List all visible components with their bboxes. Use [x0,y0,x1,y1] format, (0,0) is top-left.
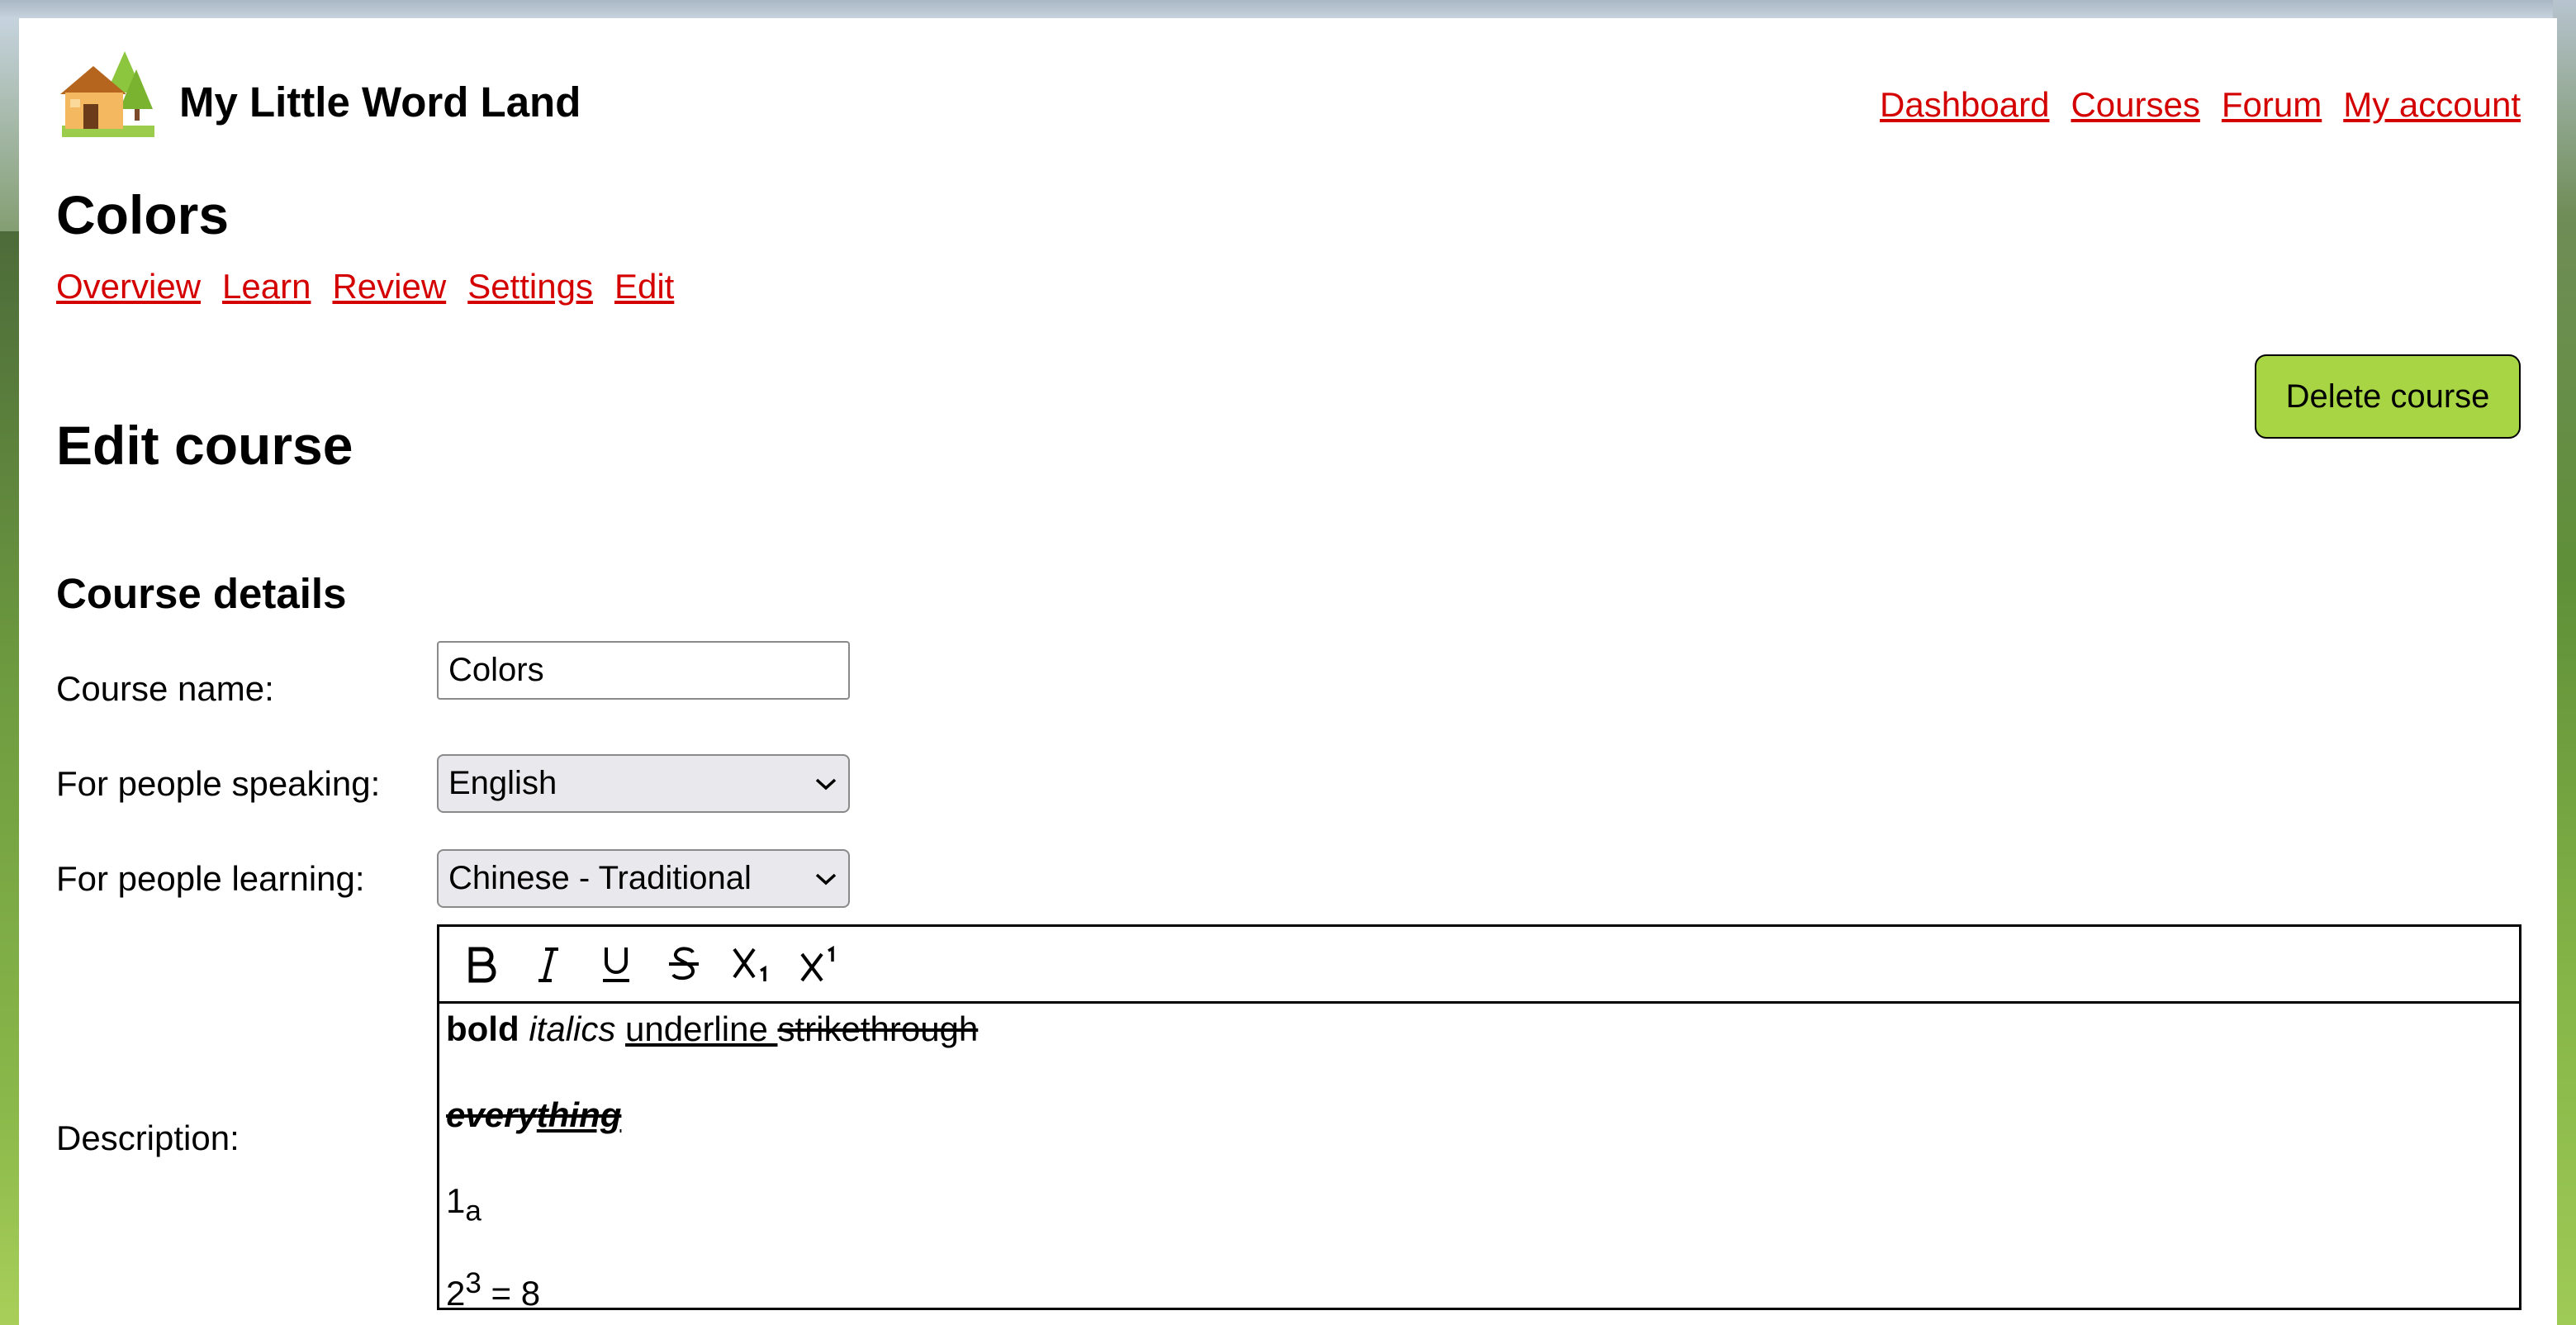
subnav-link-edit[interactable]: Edit [614,269,674,304]
speaking-language-select[interactable]: English [437,754,850,813]
editor-toolbar [439,927,2519,1004]
nav-link-my-account[interactable]: My account [2343,88,2521,122]
superscript-base: 2 [446,1274,466,1313]
subnav-link-overview[interactable]: Overview [56,269,201,304]
subscript-base: 1 [446,1181,466,1220]
chevron-down-icon [815,873,837,885]
equation-rest: = 8 [481,1274,541,1313]
bold-button[interactable] [451,934,510,994]
underline-icon [603,947,629,982]
editor-content[interactable]: bold italics underline strikethrough eve… [439,1004,2519,1313]
course-name-input[interactable] [437,641,850,700]
editor-line-everything: everything [446,1095,2519,1136]
speaking-language-value: English [448,765,557,801]
editor-line-formatting: bold italics underline strikethrough [446,1009,2519,1050]
description-rich-text-editor: bold italics underline strikethrough eve… [437,924,2521,1313]
subnav-link-review[interactable]: Review [332,269,446,304]
course-subnav: Overview Learn Review Settings Edit [56,269,674,304]
strikethrough-icon [669,947,699,981]
combined-format-text-a: every [446,1095,537,1134]
italic-icon [538,947,558,982]
italic-button[interactable] [519,934,578,994]
site-title: My Little Word Land [179,78,581,126]
editor-line-subscript: 1a [446,1180,2519,1227]
nav-link-dashboard[interactable]: Dashboard [1880,88,2049,122]
subscript-button[interactable] [722,934,781,994]
combined-format-text-b: thing [536,1095,622,1134]
underline-text: underline [625,1009,778,1048]
subscript-text: a [465,1194,482,1228]
learning-language-label: For people learning: [56,859,365,898]
bold-text: bold [446,1009,519,1048]
strikethrough-text: strikethrough [777,1009,979,1048]
description-label: Description: [56,1118,240,1157]
bold-icon [468,947,496,983]
subnav-link-learn[interactable]: Learn [222,269,311,304]
subnav-link-settings[interactable]: Settings [467,269,593,304]
house-logo-icon[interactable] [54,45,161,144]
course-title: Colors [56,184,230,245]
learning-language-value: Chinese - Traditional [448,860,752,896]
course-name-label: Course name: [56,669,274,708]
page-heading: Edit course [56,415,353,476]
superscript-text: 3 [465,1267,482,1299]
chevron-down-icon [815,778,837,790]
strikethrough-button[interactable] [654,934,714,994]
nav-link-courses[interactable]: Courses [2071,88,2199,122]
italic-text: italics [529,1009,616,1048]
speaking-language-label: For people speaking: [56,764,381,803]
delete-course-button[interactable]: Delete course [2255,354,2521,439]
superscript-button[interactable] [790,934,849,994]
nav-link-forum[interactable]: Forum [2222,88,2322,122]
section-heading-course-details: Course details [56,570,347,617]
superscript-icon [800,945,834,982]
learning-language-select[interactable]: Chinese - Traditional [437,849,850,908]
subscript-icon [733,947,766,981]
editor-line-superscript: 23 = 8 [446,1266,2519,1313]
top-navigation: Dashboard Courses Forum My account [1880,88,2521,122]
underline-button[interactable] [586,934,646,994]
main-panel: My Little Word Land Dashboard Courses Fo… [19,18,2557,1325]
